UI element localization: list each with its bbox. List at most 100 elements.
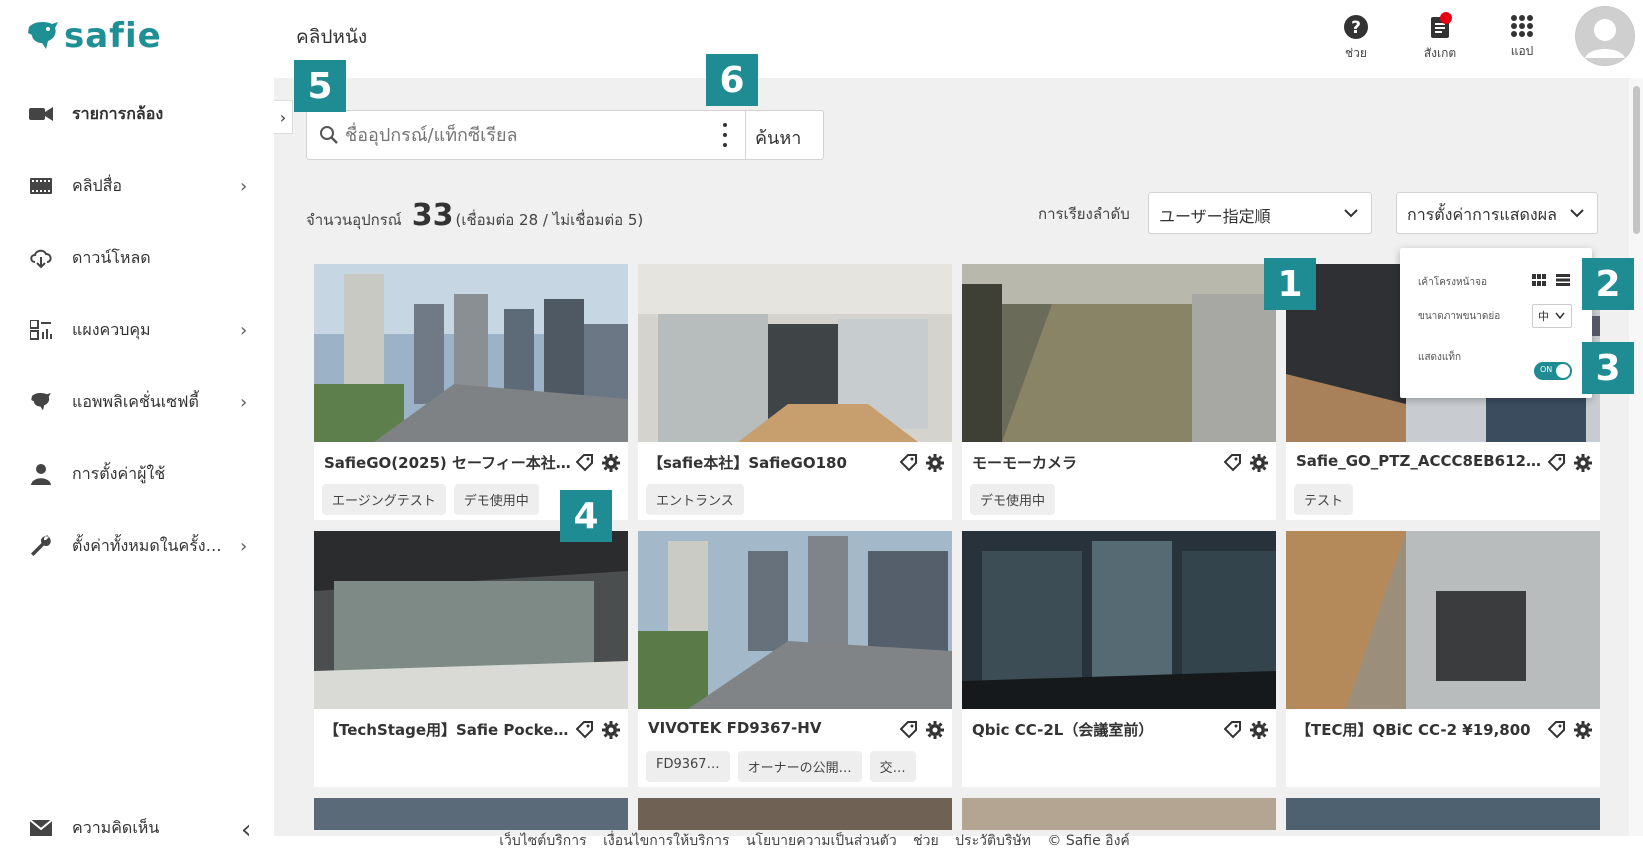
tag-icon[interactable] (576, 454, 594, 472)
camera-card[interactable]: モーモーカメラ デモ使用中 (962, 264, 1276, 520)
tag-icon[interactable] (1224, 721, 1242, 739)
sidebar-item-camera-list[interactable]: รายการกล้อง (8, 84, 274, 144)
help-button[interactable]: ? ช่วย (1326, 14, 1386, 63)
popup-edge-swatch (1592, 316, 1600, 336)
camera-name[interactable]: 【TechStage用】Safie Pocket2 Plus (324, 719, 574, 740)
camera-name[interactable]: 【TEC用】QBiC CC-2 ¥19,800 (1296, 719, 1546, 740)
camera-card[interactable]: VIVOTEK FD9367-HV FD9367… オーナーの公開… 交… (638, 531, 952, 787)
gear-icon[interactable] (1250, 721, 1268, 739)
sidebar-item-label: แอพพลิเคชั่นเซฟตี้ (72, 391, 199, 411)
list-view-icon[interactable] (1556, 274, 1570, 286)
camera-thumbnail-partial[interactable] (638, 798, 952, 830)
gear-icon[interactable] (602, 454, 620, 472)
camera-card[interactable]: 【TEC用】QBiC CC-2 ¥19,800 (1286, 531, 1600, 787)
cloud-download-icon (28, 246, 54, 270)
camera-thumbnail[interactable] (314, 531, 628, 709)
camera-card[interactable]: 【safie本社】SafieGO180 エントランス (638, 264, 952, 520)
tag-chip[interactable]: デモ使用中 (970, 484, 1056, 515)
camera-card[interactable]: Qbic CC-2L（会議室前） (962, 531, 1276, 787)
camera-card[interactable]: 【TechStage用】Safie Pocket2 Plus (314, 531, 628, 787)
sort-select[interactable]: ユーザー指定順 (1148, 192, 1372, 234)
camera-thumbnail[interactable] (962, 531, 1276, 709)
sidebar-item-download[interactable]: ดาวน์โหลด (8, 228, 274, 288)
gear-icon[interactable] (1574, 454, 1592, 472)
display-settings-popup: เค้าโครงหน้าจอ ขนาดภาพขนาดย่อ 中 แสดงแท็ก… (1400, 248, 1592, 398)
camera-thumbnail[interactable] (638, 264, 952, 442)
show-tags-label: แสดงแท็ก (1418, 352, 1462, 363)
footer-link-company[interactable]: ประวัติบริษัท (955, 833, 1031, 849)
footer-link-help[interactable]: ช่วย (913, 833, 939, 849)
chevron-down-icon (1570, 209, 1584, 218)
search-button[interactable]: ค้นหา (755, 123, 801, 152)
camera-thumbnail[interactable] (1286, 531, 1600, 709)
tag-chip[interactable]: エントランス (646, 484, 744, 515)
tag-icon[interactable] (1548, 721, 1566, 739)
sidebar: รายการกล้อง คลิปสื่อ › ดาวน์โหลด แผงควบค… (8, 78, 274, 857)
tag-chip[interactable]: エージングテスト (322, 484, 446, 515)
sidebar-item-label: รายการกล้อง (72, 103, 164, 123)
tag-icon[interactable] (900, 721, 918, 739)
grid-view-icon[interactable] (1532, 274, 1546, 286)
sidebar-item-dashboard[interactable]: แผงควบคุม › (8, 300, 274, 360)
gear-icon[interactable] (1574, 721, 1592, 739)
callout-6: 6 (706, 54, 758, 106)
sidebar-item-label: แผงควบคุม (72, 319, 151, 339)
footer-link-privacy[interactable]: นโยบายความเป็นส่วนตัว (746, 833, 897, 849)
show-tags-toggle[interactable]: ON (1534, 362, 1572, 380)
sidebar-item-bulk-settings[interactable]: ตั้งค่าทั้งหมดในครั้งเดียว › (8, 516, 274, 576)
callout-2: 2 (1582, 258, 1634, 310)
device-count: จำนวนอุปกรณ์ 33 (เชื่อมต่อ 28 / ไม่เชื่อ… (306, 198, 643, 233)
camera-thumbnail-partial[interactable] (1286, 798, 1600, 830)
notice-button[interactable]: สังเกต (1410, 12, 1470, 63)
thumb-size-select[interactable]: 中 (1532, 304, 1572, 328)
gear-icon[interactable] (602, 721, 620, 739)
toggle-state-label: ON (1540, 365, 1553, 374)
camera-name[interactable]: モーモーカメラ (972, 452, 1222, 473)
sort-selected-value: ユーザー指定順 (1159, 207, 1271, 226)
svg-text:?: ? (1351, 18, 1361, 38)
camera-thumbnail[interactable] (962, 264, 1276, 442)
camera-thumbnail[interactable] (314, 264, 628, 442)
camera-thumbnail[interactable] (638, 531, 952, 709)
safie-bird-icon (28, 22, 58, 49)
search-options-icon[interactable] (715, 123, 735, 147)
camera-thumbnail-partial[interactable] (314, 798, 628, 830)
tag-chip[interactable]: オーナーの公開… (737, 751, 862, 782)
sidebar-item-media-clips[interactable]: คลิปสื่อ › (8, 156, 274, 216)
chevron-right-icon: › (240, 535, 248, 557)
apps-label: แอป (1510, 44, 1534, 58)
sidebar-item-user-settings[interactable]: การตั้งค่าผู้ใช้ (8, 444, 274, 504)
display-settings-select[interactable]: การตั้งค่าการแสดงผล (1396, 192, 1598, 234)
gear-icon[interactable] (926, 454, 944, 472)
tag-chip[interactable]: 交… (869, 751, 916, 782)
sidebar-item-label: การตั้งค่าผู้ใช้ (72, 463, 166, 483)
camera-thumbnail-partial[interactable] (962, 798, 1276, 830)
camera-name[interactable]: SafieGO(2025) セーフィー本社屋上 (324, 452, 574, 473)
camera-name[interactable]: Qbic CC-2L（会議室前） (972, 719, 1222, 740)
camera-name[interactable]: VIVOTEK FD9367-HV (648, 719, 898, 737)
avatar-person-icon (1576, 7, 1634, 65)
expand-panel-button[interactable]: › (274, 100, 293, 134)
footer-link-service-site[interactable]: เว็บไซต์บริการ (499, 833, 586, 849)
camera-name[interactable]: Safie_GO_PTZ_ACCC8EB612F1 (1296, 452, 1546, 470)
gear-icon[interactable] (1250, 454, 1268, 472)
apps-button[interactable]: แอป (1492, 14, 1552, 61)
camera-card[interactable]: SafieGO(2025) セーフィー本社屋上 エージングテスト デモ使用中 (314, 264, 628, 520)
tag-icon[interactable] (1224, 454, 1242, 472)
tag-chip[interactable]: デモ使用中 (453, 484, 539, 515)
tag-chip[interactable]: FD9367… (646, 751, 730, 782)
search-input[interactable] (343, 119, 687, 151)
camera-name[interactable]: 【safie本社】SafieGO180 (648, 452, 898, 473)
tag-icon[interactable] (576, 721, 594, 739)
scrollbar-thumb[interactable] (1633, 86, 1640, 234)
footer-copyright: © Safie อิงค์ (1047, 833, 1130, 849)
safie-logo[interactable]: safie (26, 16, 162, 56)
tag-chip[interactable]: テスト (1294, 484, 1354, 515)
tag-icon[interactable] (1548, 454, 1566, 472)
user-avatar[interactable] (1575, 6, 1635, 66)
callout-5: 5 (294, 60, 346, 112)
tag-icon[interactable] (900, 454, 918, 472)
sidebar-item-safie-apps[interactable]: แอพพลิเคชั่นเซฟตี้ › (8, 372, 274, 432)
footer-link-terms[interactable]: เงื่อนไขการให้บริการ (603, 833, 729, 849)
gear-icon[interactable] (926, 721, 944, 739)
